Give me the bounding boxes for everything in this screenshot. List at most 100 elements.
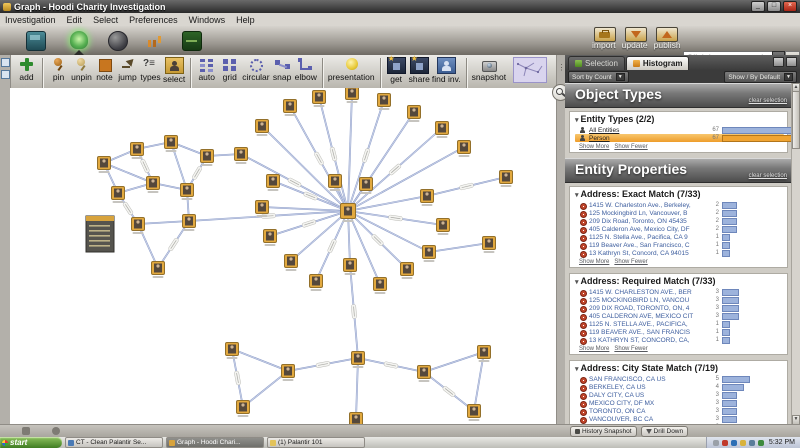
menu-item-preferences[interactable]: Preferences: [129, 15, 178, 25]
histogram-row[interactable]: 119 Beaver Ave., San Francisco, C1: [575, 241, 784, 249]
show-fewer-link[interactable]: Show Fewer: [614, 346, 647, 352]
panel-minimize-button[interactable]: [773, 57, 784, 67]
jump-button[interactable]: jump: [117, 57, 138, 82]
tray-icon[interactable]: [740, 440, 746, 446]
circular-button[interactable]: circular: [242, 57, 269, 82]
histogram-row[interactable]: 1125 N. STELLA AVE., PACIFICA,1: [575, 320, 784, 328]
graph-node[interactable]: [378, 94, 391, 111]
graph-node[interactable]: [285, 255, 298, 272]
scrollbar-thumb[interactable]: [792, 91, 800, 149]
histogram-row[interactable]: Person67: [575, 134, 784, 142]
graph-node[interactable]: [235, 148, 248, 165]
graph-node[interactable]: [458, 141, 471, 158]
histogram-row[interactable]: 209 Dix Road, Toronto, ON 454352: [575, 217, 784, 225]
unpin-button[interactable]: unpin: [71, 57, 92, 82]
update-button[interactable]: [625, 27, 647, 42]
taskbar-task-graph-hoodi-chari[interactable]: Graph - Hoodi Chari...: [166, 437, 264, 448]
publish-button[interactable]: [656, 27, 678, 42]
find-inv-button[interactable]: find inv.: [432, 57, 461, 84]
histogram-row[interactable]: 125 MOCKINGBIRD LN, VANCOU3: [575, 296, 784, 304]
histogram-row[interactable]: MEXICO CITY, DF MX3: [575, 399, 784, 407]
histogram-row[interactable]: 405 Calderon Ave, Mexico City, DF2: [575, 225, 784, 233]
collapse-triangle-icon[interactable]: ▾: [575, 279, 579, 286]
mode-globe-button[interactable]: [108, 31, 126, 49]
graph-node[interactable]: [500, 171, 513, 188]
status-tool-icon[interactable]: [52, 427, 60, 435]
menu-item-windows[interactable]: Windows: [189, 15, 226, 25]
show-fewer-link[interactable]: Show Fewer: [614, 259, 647, 265]
types-button[interactable]: types: [140, 57, 161, 82]
close-button[interactable]: ×: [783, 1, 797, 12]
grid-button[interactable]: grid: [219, 57, 240, 82]
menu-item-help[interactable]: Help: [236, 15, 255, 25]
tab-histogram[interactable]: Histogram: [626, 56, 690, 70]
graph-node[interactable]: [313, 91, 326, 108]
histogram-row[interactable]: 119 BEAVER AVE., SAN FRANCIS1: [575, 328, 784, 336]
tray-icon[interactable]: [749, 440, 755, 446]
graph-node[interactable]: [132, 218, 145, 235]
start-button[interactable]: start: [0, 437, 62, 448]
mode-graph-button[interactable]: [70, 31, 88, 49]
tray-icon[interactable]: [758, 440, 764, 446]
graph-node[interactable]: [437, 219, 450, 236]
menu-item-investigation[interactable]: Investigation: [5, 15, 56, 25]
graph-node[interactable]: [256, 120, 269, 137]
tray-icon[interactable]: [713, 440, 719, 446]
share-button[interactable]: share: [409, 57, 430, 84]
histogram-row[interactable]: 1125 N. Stella Ave., Pacifica, CA 91: [575, 233, 784, 241]
drill-down-button[interactable]: Drill Down: [641, 426, 689, 437]
histogram-row[interactable]: DALY CITY, CA US3: [575, 391, 784, 399]
graph-node[interactable]: [131, 143, 144, 160]
collapse-triangle-icon[interactable]: ▾: [575, 117, 579, 124]
graph-node[interactable]: [237, 401, 250, 418]
histogram-row[interactable]: TORONTO, ON CA3: [575, 407, 784, 415]
histogram-row[interactable]: 1415 W. CHARLESTON AVE., BER3: [575, 288, 784, 296]
panel-close-button[interactable]: [786, 57, 797, 67]
graph-node[interactable]: [423, 246, 436, 263]
histogram-row[interactable]: 405 CALDERON AVE, MEXICO CIT3: [575, 312, 784, 320]
show-mode-dropdown[interactable]: Show / By Default ▼: [724, 71, 797, 83]
overview-minimap[interactable]: [513, 57, 547, 83]
show-more-link[interactable]: Show More: [579, 346, 609, 352]
graph-node[interactable]: [421, 190, 434, 207]
note-button[interactable]: note: [94, 57, 115, 82]
menu-item-edit[interactable]: Edit: [67, 15, 83, 25]
graph-node[interactable]: [282, 365, 295, 382]
show-fewer-link[interactable]: Show Fewer: [614, 144, 647, 150]
left-tool-icon[interactable]: [1, 70, 10, 79]
presentation-button[interactable]: presentation: [328, 57, 375, 82]
histogram-row[interactable]: 125 Mockingbird Ln, Vancouver, B2: [575, 209, 784, 217]
panel-scrollbar[interactable]: ▲ ▼: [791, 83, 800, 425]
histogram-row[interactable]: 1415 W. Charleston Ave., Berkeley,2: [575, 201, 784, 209]
graph-node[interactable]: [310, 275, 323, 292]
show-more-link[interactable]: Show More: [579, 259, 609, 265]
select-button[interactable]: select: [163, 57, 185, 84]
mode-spreadsheet-button[interactable]: [182, 31, 200, 49]
graph-node[interactable]: [226, 343, 239, 360]
graph-node[interactable]: [478, 346, 491, 363]
histogram-row[interactable]: 209 DIX ROAD, TORONTO, ON, 43: [575, 304, 784, 312]
collapse-triangle-icon[interactable]: ▾: [575, 366, 579, 373]
maximize-button[interactable]: □: [767, 1, 781, 12]
note-box[interactable]: [86, 216, 114, 252]
graph-node[interactable]: [267, 175, 280, 192]
graph-node[interactable]: [98, 157, 111, 174]
show-more-link[interactable]: Show More: [579, 144, 609, 150]
left-tool-icon[interactable]: [1, 58, 10, 67]
menu-item-select[interactable]: Select: [93, 15, 118, 25]
graph-node[interactable]: [436, 122, 449, 139]
add-button[interactable]: add: [16, 57, 37, 82]
snapshot-button[interactable]: snapshot: [472, 57, 507, 82]
graph-node[interactable]: [165, 136, 178, 153]
tray-icon[interactable]: [731, 440, 737, 446]
tab-selection[interactable]: Selection: [568, 56, 625, 70]
graph-node[interactable]: [468, 405, 481, 422]
graph-node[interactable]: [147, 177, 160, 194]
elbow-button[interactable]: elbow: [295, 57, 317, 82]
taskbar-task-ct-clean-palantir-se[interactable]: CT - Clean Palantir Se...: [65, 437, 163, 448]
auto-button[interactable]: auto: [196, 57, 217, 82]
mode-chart-button[interactable]: [146, 31, 164, 49]
minimize-button[interactable]: _: [751, 1, 765, 12]
graph-node[interactable]: [374, 278, 387, 295]
graph-node[interactable]: [401, 263, 414, 280]
